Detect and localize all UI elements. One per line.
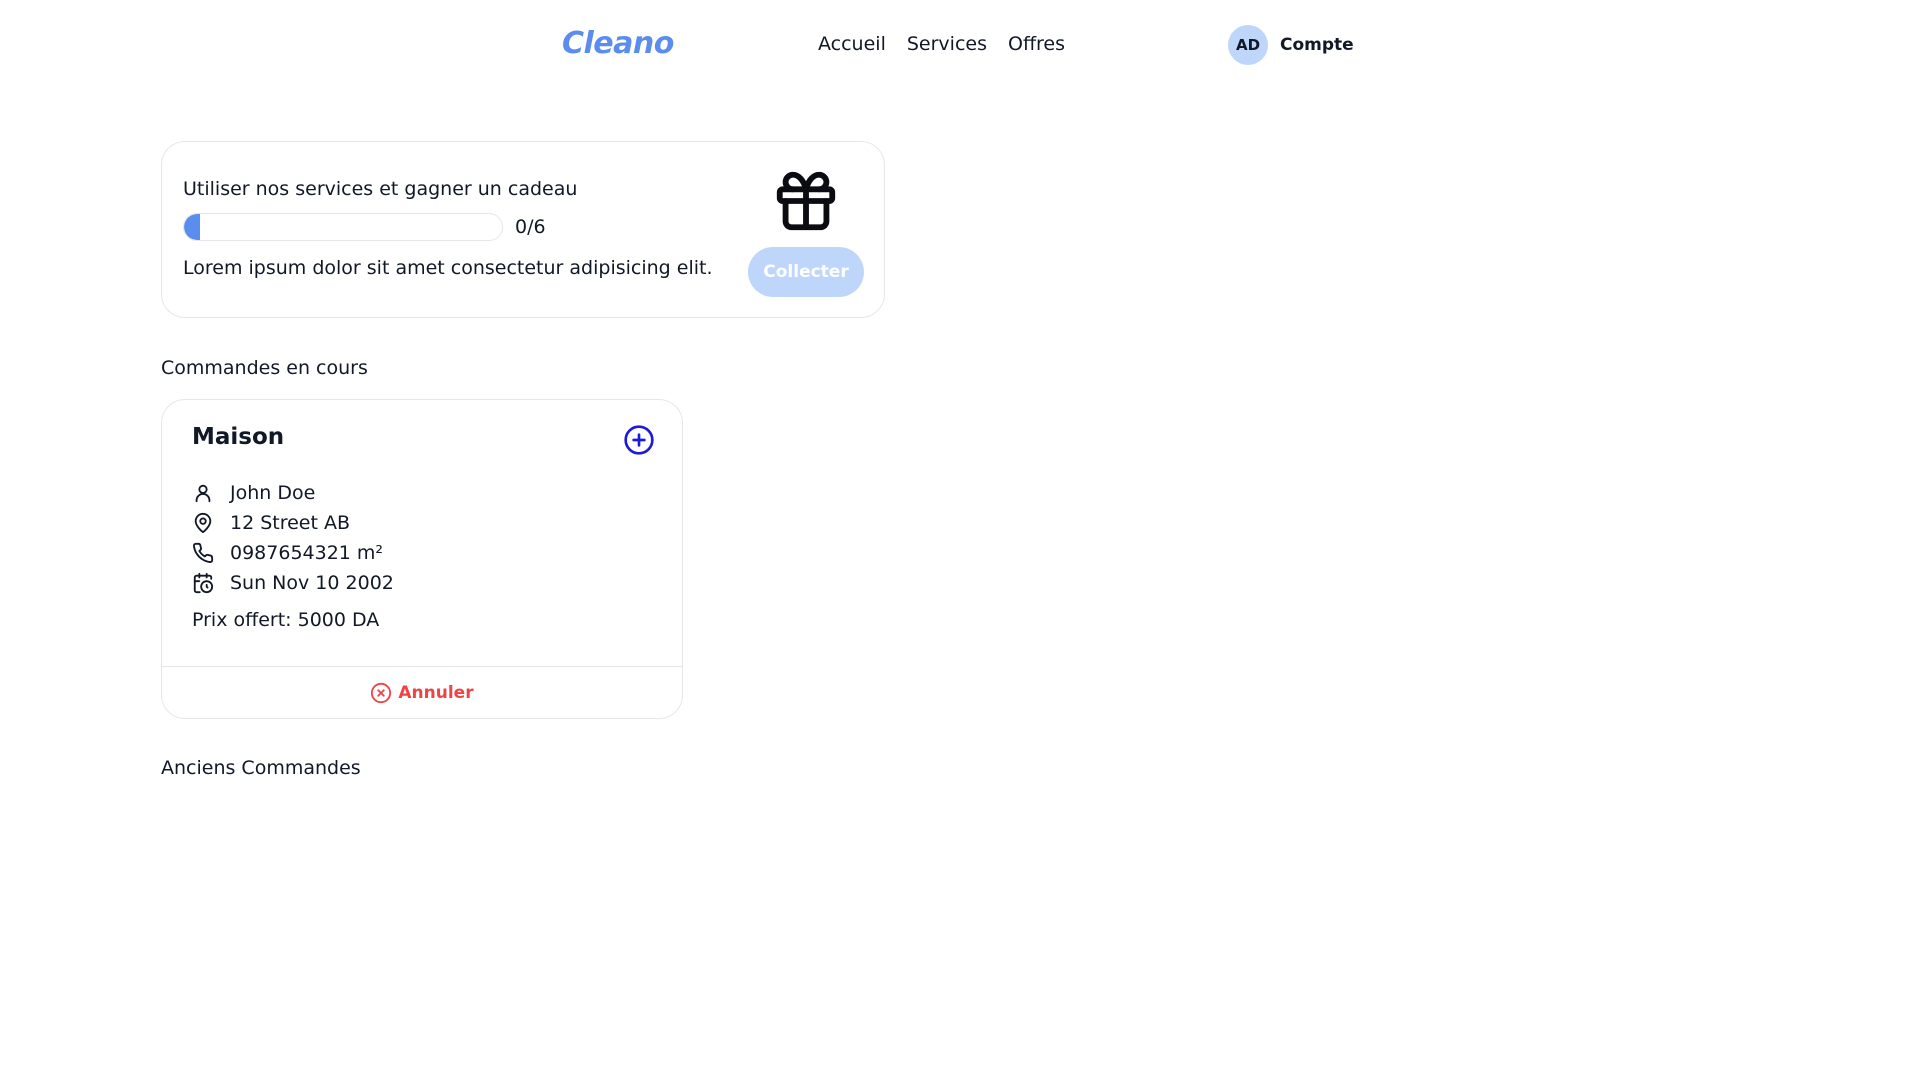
- gift-icon: [776, 171, 836, 231]
- progress-count: 0/6: [515, 216, 546, 238]
- past-orders-heading: Anciens Commandes: [161, 757, 361, 779]
- order-customer: John Doe: [192, 478, 394, 508]
- phone-icon: [193, 542, 214, 563]
- cancel-label: Annuler: [398, 682, 474, 703]
- order-date: Sun Nov 10 2002: [192, 568, 394, 598]
- order-customer-name: John Doe: [230, 482, 316, 504]
- reward-title: Utiliser nos services et gagner un cadea…: [183, 178, 578, 200]
- order-address-text: 12 Street AB: [230, 512, 351, 534]
- order-phone-text: 0987654321 m²: [230, 542, 384, 564]
- collect-button[interactable]: Collecter: [748, 247, 864, 297]
- order-price: Prix offert: 5000 DA: [192, 609, 380, 631]
- plus-circle-icon[interactable]: [623, 424, 655, 456]
- order-date-text: Sun Nov 10 2002: [230, 572, 394, 594]
- current-orders-heading: Commandes en cours: [161, 357, 368, 379]
- reward-progress: 0/6: [183, 213, 546, 241]
- account-label: Compte: [1280, 35, 1354, 55]
- nav-accueil[interactable]: Accueil: [818, 33, 886, 55]
- map-pin-icon: [194, 512, 212, 534]
- user-icon: [195, 484, 211, 503]
- order-address: 12 Street AB: [192, 508, 394, 538]
- order-phone: 0987654321 m²: [192, 538, 394, 568]
- avatar: AD: [1228, 25, 1268, 65]
- cancel-button[interactable]: Annuler: [162, 666, 682, 718]
- order-card: Maison John Doe 12 Street AB 0987654321 …: [161, 399, 683, 719]
- reward-card: Utiliser nos services et gagner un cadea…: [161, 141, 885, 318]
- reward-description: Lorem ipsum dolor sit amet consectetur a…: [183, 257, 713, 279]
- nav-services[interactable]: Services: [907, 33, 987, 55]
- account-menu[interactable]: AD Compte: [1228, 25, 1354, 65]
- calendar-clock-icon: [193, 572, 214, 594]
- order-title: Maison: [192, 424, 285, 450]
- progress-bar: [183, 213, 503, 241]
- cancel-icon: [371, 682, 392, 703]
- nav-offres[interactable]: Offres: [1008, 33, 1065, 55]
- logo[interactable]: Cleano: [562, 26, 674, 61]
- order-details: John Doe 12 Street AB 0987654321 m² Sun …: [192, 478, 394, 598]
- main-nav: Accueil Services Offres: [818, 33, 1065, 55]
- progress-fill: [184, 214, 200, 240]
